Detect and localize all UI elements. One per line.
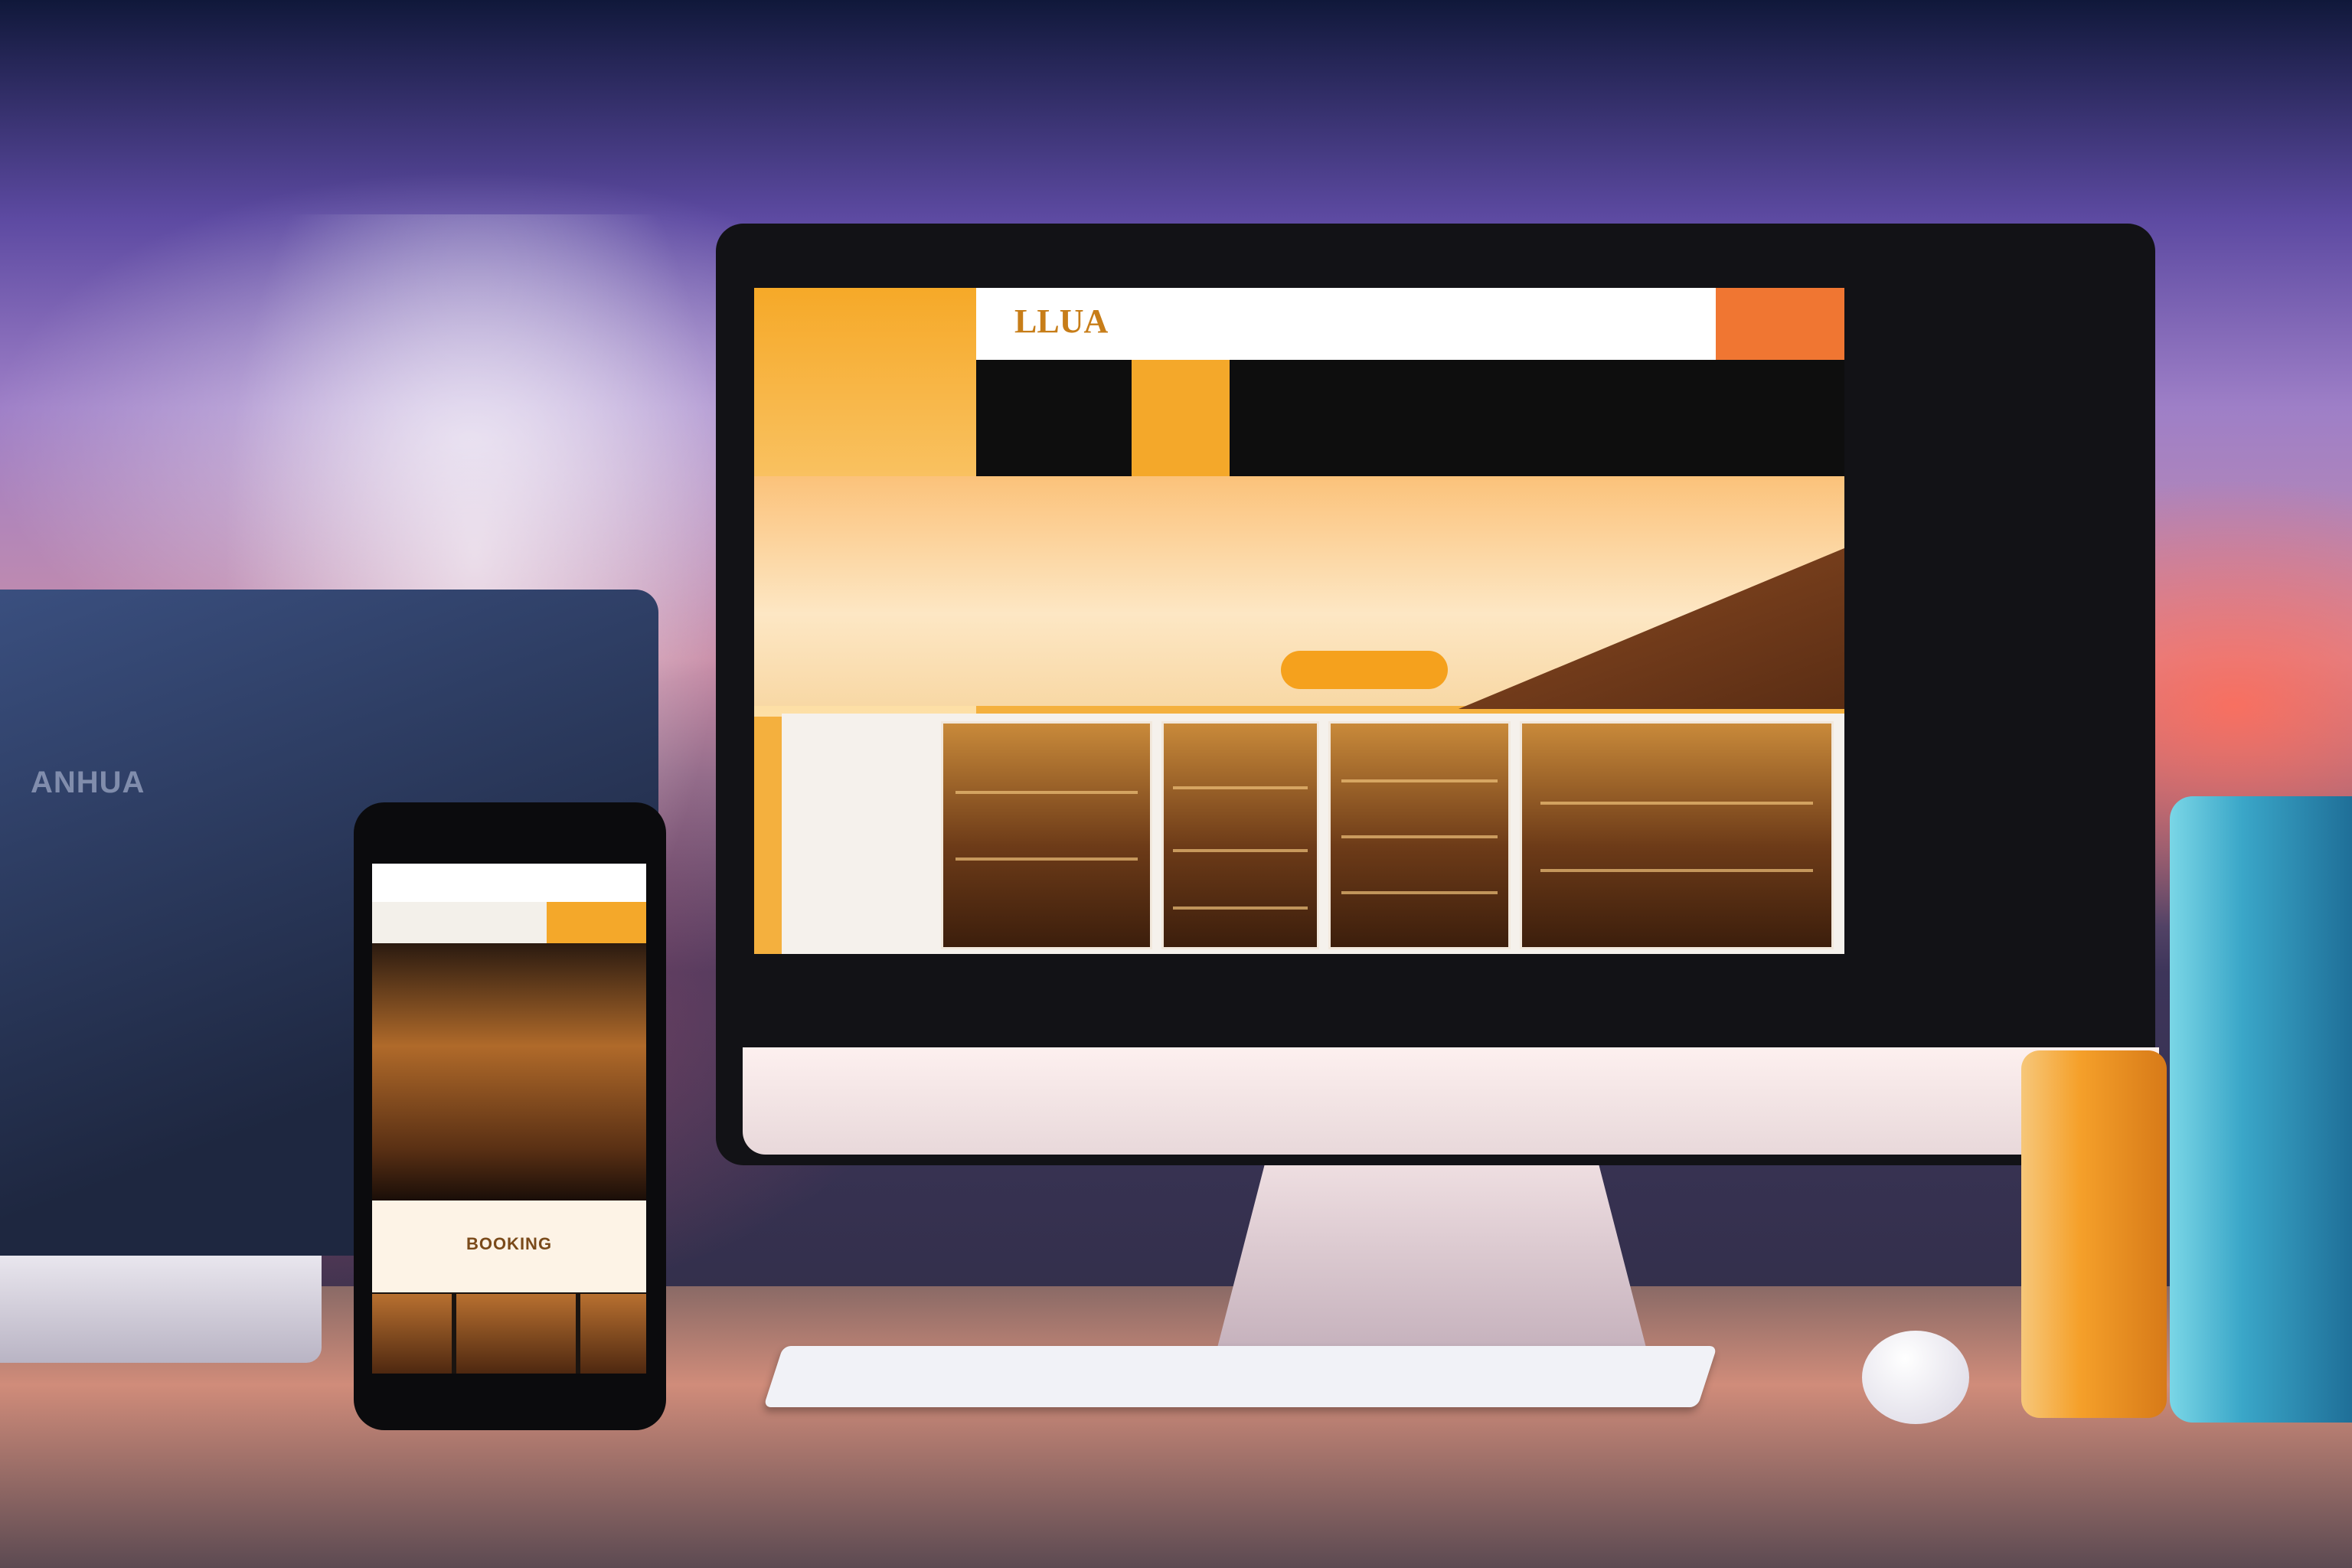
desk-surface [0, 1286, 2352, 1568]
website-header-cta[interactable] [1716, 288, 1844, 360]
phone-thumbnail[interactable] [372, 1294, 452, 1374]
laptop-logo: ANHUA [31, 766, 145, 799]
website-nav-active-item[interactable] [1132, 360, 1230, 476]
monitor-chin [743, 1047, 2159, 1155]
phone-thumbnail[interactable] [580, 1294, 646, 1374]
website-nav-bar [976, 360, 1844, 476]
website-logo[interactable]: LLUA [1014, 302, 1108, 341]
hero-button[interactable] [1281, 651, 1448, 689]
phone-hero-image-bookstore [372, 943, 646, 1200]
phone-status-area [372, 864, 646, 902]
gallery-image-bookshelf[interactable] [1328, 721, 1511, 949]
phone-thumbnail[interactable] [456, 1294, 576, 1374]
gallery-image-bookshelf[interactable] [941, 721, 1152, 949]
laptop-base [0, 1256, 322, 1363]
keyboard [763, 1346, 1717, 1407]
blue-cylinder [2170, 796, 2352, 1423]
phone-section-label: BOOKING [466, 1234, 553, 1253]
mouse [1862, 1331, 1969, 1424]
phone-screen-website: BOOKING [372, 864, 646, 1374]
monitor-screen-website: LLUA [754, 288, 1844, 954]
monitor-stand [1217, 1148, 1646, 1348]
orange-cylinder [2021, 1050, 2167, 1418]
gallery-image-bookshelf[interactable] [1520, 721, 1834, 949]
gallery-image-bookshelf[interactable] [1161, 721, 1319, 949]
phone-header-button[interactable] [547, 902, 646, 943]
